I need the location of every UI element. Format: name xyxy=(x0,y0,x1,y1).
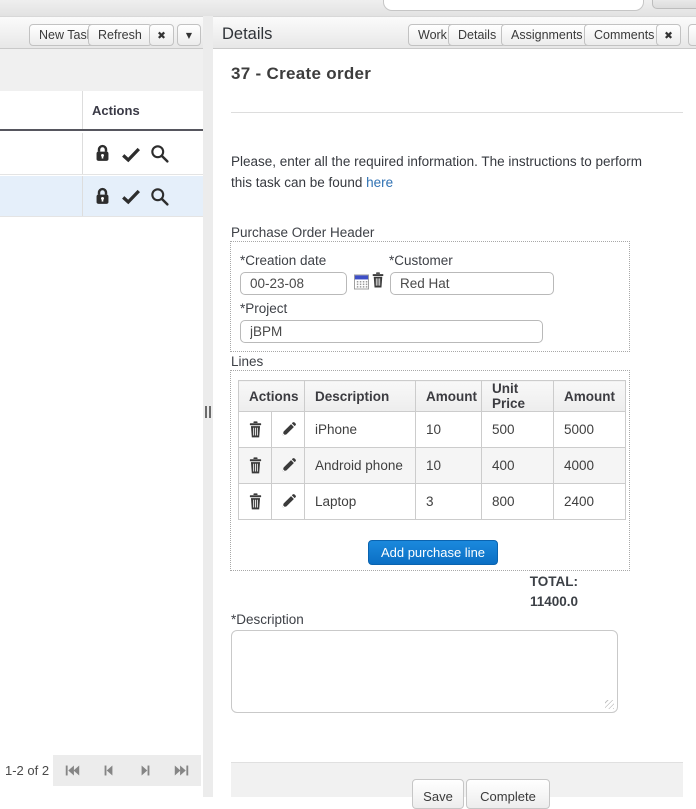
cell-unit-price: 500 xyxy=(482,412,554,448)
details-toolbar: Details Work Details Assignments Comment… xyxy=(213,16,696,49)
tasks-toolbar: New Task Refresh ✖ ▼ xyxy=(0,16,203,49)
lines-fieldset: Actions Description Amount Unit Price Am… xyxy=(230,370,630,571)
close-icon: ✖ xyxy=(664,30,673,42)
table-row: iPhone 10 500 5000 xyxy=(239,412,626,448)
lock-icon[interactable] xyxy=(92,186,113,207)
total-label: TOTAL: xyxy=(460,572,578,592)
panel-title: Details xyxy=(222,25,272,44)
cell-total: 5000 xyxy=(554,412,626,448)
creation-date-field[interactable] xyxy=(240,272,347,295)
complete-button[interactable]: Complete xyxy=(466,779,550,809)
cell-total: 4000 xyxy=(554,448,626,484)
table-row: Android phone 10 400 4000 xyxy=(239,448,626,484)
delete-line-trash-icon[interactable] xyxy=(247,492,264,511)
task-row-empty-cell xyxy=(0,133,83,174)
cell-amount: 10 xyxy=(416,448,482,484)
save-button[interactable]: Save xyxy=(412,779,464,809)
panel-menu-button[interactable]: ▼ xyxy=(688,24,696,46)
po-header-legend: Purchase Order Header xyxy=(231,225,374,240)
delete-line-trash-icon[interactable] xyxy=(247,456,264,475)
pager-controls xyxy=(53,755,201,786)
clear-date-trash-icon[interactable] xyxy=(370,270,386,290)
delete-line-trash-icon[interactable] xyxy=(247,420,264,439)
tab-assignments[interactable]: Assignments xyxy=(501,24,593,46)
close-panel-button[interactable]: ✖ xyxy=(656,24,681,46)
refresh-button[interactable]: Refresh xyxy=(88,24,152,46)
total-value: 11400.0 xyxy=(460,592,578,612)
po-header-fieldset: *Creation date *Customer *Project xyxy=(230,241,630,352)
tab-details[interactable]: Details xyxy=(448,24,506,46)
lines-table: Actions Description Amount Unit Price Am… xyxy=(238,380,626,520)
form-footer: Save Complete xyxy=(231,762,683,797)
project-label: *Project xyxy=(240,301,287,316)
grid-filter-band xyxy=(0,49,203,91)
description-wrap xyxy=(231,630,618,713)
cell-description: Android phone xyxy=(305,448,416,484)
panel-splitter[interactable] xyxy=(203,16,213,797)
creation-date-label: *Creation date xyxy=(240,253,326,268)
next-page-icon[interactable] xyxy=(136,762,155,779)
order-total: TOTAL: 11400.0 xyxy=(460,572,578,611)
customer-field[interactable] xyxy=(390,272,554,295)
cell-unit-price: 800 xyxy=(482,484,554,520)
project-field[interactable] xyxy=(240,320,543,343)
edit-line-pencil-icon[interactable] xyxy=(280,421,297,438)
description-field[interactable] xyxy=(231,630,618,713)
divider xyxy=(231,112,683,113)
search-input[interactable] xyxy=(383,0,644,11)
actions-column-header: Actions xyxy=(92,103,140,118)
cell-description: Laptop xyxy=(305,484,416,520)
col-header-amount-total: Amount xyxy=(554,381,626,412)
cell-description: iPhone xyxy=(305,412,416,448)
top-strip xyxy=(0,0,696,16)
chevron-down-icon: ▼ xyxy=(186,31,192,40)
col-header-amount: Amount xyxy=(416,381,482,412)
grid-header-row: Actions xyxy=(0,91,203,131)
close-icon: ✖ xyxy=(157,30,166,42)
calendar-icon[interactable] xyxy=(354,273,369,290)
task-instructions-text: Please, enter all the required informati… xyxy=(231,154,642,190)
description-label: *Description xyxy=(231,612,304,627)
task-instructions: Please, enter all the required informati… xyxy=(231,151,663,193)
edit-line-pencil-icon[interactable] xyxy=(280,457,297,474)
check-icon[interactable] xyxy=(120,185,142,207)
edit-line-pencil-icon[interactable] xyxy=(280,493,297,510)
previous-page-icon[interactable] xyxy=(99,762,118,779)
pager-range-label: 1-2 of 2 xyxy=(5,763,49,778)
cell-amount: 10 xyxy=(416,412,482,448)
task-row[interactable] xyxy=(0,133,203,175)
close-panel-button[interactable]: ✖ xyxy=(149,24,174,46)
col-header-actions: Actions xyxy=(239,381,305,412)
cell-total: 2400 xyxy=(554,484,626,520)
task-row-empty-cell xyxy=(0,176,83,216)
lines-legend: Lines xyxy=(231,354,263,369)
col-header-description: Description xyxy=(305,381,416,412)
lock-icon[interactable] xyxy=(92,143,113,164)
col-header-unit-price: Unit Price xyxy=(482,381,554,412)
search-icon[interactable] xyxy=(149,143,170,164)
panel-menu-button[interactable]: ▼ xyxy=(177,24,201,46)
lines-table-header-row: Actions Description Amount Unit Price Am… xyxy=(239,381,626,412)
topbar-button[interactable] xyxy=(652,0,696,9)
task-heading: 37 - Create order xyxy=(231,64,371,84)
cell-amount: 3 xyxy=(416,484,482,520)
instructions-link[interactable]: here xyxy=(366,175,393,190)
cell-unit-price: 400 xyxy=(482,448,554,484)
add-purchase-line-button[interactable]: Add purchase line xyxy=(368,540,498,565)
tab-comments[interactable]: Comments xyxy=(584,24,664,46)
check-icon[interactable] xyxy=(120,143,142,165)
table-row: Laptop 3 800 2400 xyxy=(239,484,626,520)
grid-header-empty-cell xyxy=(0,91,83,129)
resize-grip-icon[interactable] xyxy=(605,700,614,709)
customer-label: *Customer xyxy=(389,253,453,268)
first-page-icon[interactable] xyxy=(63,762,82,779)
last-page-icon[interactable] xyxy=(172,762,191,779)
search-icon[interactable] xyxy=(149,186,170,207)
task-row-selected[interactable] xyxy=(0,176,203,217)
splitter-handle-icon[interactable] xyxy=(205,406,211,418)
